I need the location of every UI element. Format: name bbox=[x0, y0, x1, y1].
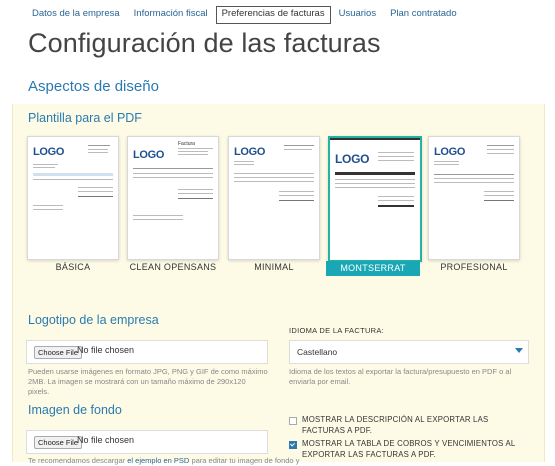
background-help-text: Te recomendamos descargar el ejemplo en … bbox=[28, 456, 299, 466]
background-help-start: Te recomendamos descargar bbox=[28, 456, 126, 465]
background-file-status: No file chosen bbox=[77, 435, 135, 445]
logo-text: LOGO bbox=[434, 146, 466, 158]
logo-choose-file-button[interactable]: Choose File bbox=[34, 346, 83, 359]
tab-fiscal-info[interactable]: Información fiscal bbox=[128, 6, 214, 24]
logo-text: LOGO bbox=[234, 146, 266, 158]
template-preview: LOGO bbox=[228, 136, 320, 260]
template-preview: LOGO Factura bbox=[127, 136, 219, 260]
settings-tabs: Datos de la empresa Información fiscal P… bbox=[26, 6, 465, 24]
template-label: BÁSICA bbox=[55, 262, 91, 272]
logo-text: LOGO bbox=[335, 152, 370, 166]
tab-company-data[interactable]: Datos de la empresa bbox=[26, 6, 126, 24]
background-file-input[interactable]: Choose File No file chosen bbox=[26, 430, 268, 454]
template-preview: LOGO bbox=[27, 136, 119, 260]
template-label: MINIMAL bbox=[254, 262, 294, 272]
page-header: Datos de la empresa Información fiscal P… bbox=[0, 0, 555, 115]
logo-heading: Logotipo de la empresa bbox=[28, 313, 159, 327]
template-preview: LOGO bbox=[328, 136, 422, 262]
invoice-language-select[interactable]: Castellano bbox=[289, 340, 529, 364]
template-preview: LOGO bbox=[428, 136, 520, 260]
psd-example-link[interactable]: el ejemplo en PSD bbox=[127, 456, 189, 465]
logo-help-text: Pueden usarse imágenes en formato JPG, P… bbox=[28, 367, 268, 396]
logo-text: LOGO bbox=[133, 149, 165, 161]
background-heading: Imagen de fondo bbox=[28, 403, 122, 417]
show-description-label: MOSTRAR LA DESCRIPCIÓN AL EXPORTAR LAS F… bbox=[302, 415, 489, 435]
background-choose-file-button[interactable]: Choose File bbox=[34, 436, 83, 449]
template-label: CLEAN OPENSANS bbox=[129, 262, 217, 272]
template-label: PROFESIONAL bbox=[440, 262, 508, 272]
show-payments-table-label: MOSTRAR LA TABLA DE COBROS Y VENCIMIENTO… bbox=[302, 439, 516, 459]
invoice-language-value: Castellano bbox=[297, 347, 338, 357]
template-doc-title: Factura bbox=[178, 141, 195, 147]
pdf-template-heading: Plantilla para el PDF bbox=[28, 111, 142, 125]
background-help-end: para editar tu imagen de fondo y bbox=[191, 456, 300, 465]
tab-invoice-preferences[interactable]: Preferencias de facturas bbox=[215, 6, 331, 24]
logo-text: LOGO bbox=[33, 146, 65, 158]
show-payments-table-checkbox[interactable] bbox=[289, 441, 297, 449]
invoice-language-label: IDIOMA DE LA FACTURA: bbox=[289, 326, 385, 335]
page-title: Configuración de las facturas bbox=[28, 28, 381, 58]
logo-file-status: No file chosen bbox=[77, 345, 135, 355]
show-description-checkbox[interactable] bbox=[289, 417, 297, 425]
chevron-down-icon bbox=[515, 348, 523, 353]
template-label: MONTSERRAT bbox=[326, 261, 420, 276]
tab-users[interactable]: Usuarios bbox=[333, 6, 383, 24]
logo-file-input[interactable]: Choose File No file chosen bbox=[26, 340, 268, 364]
design-section-title: Aspectos de diseño bbox=[28, 78, 159, 95]
invoice-language-help: Idioma de los textos al exportar la fact… bbox=[289, 367, 512, 386]
tab-plan[interactable]: Plan contratado bbox=[384, 6, 463, 24]
